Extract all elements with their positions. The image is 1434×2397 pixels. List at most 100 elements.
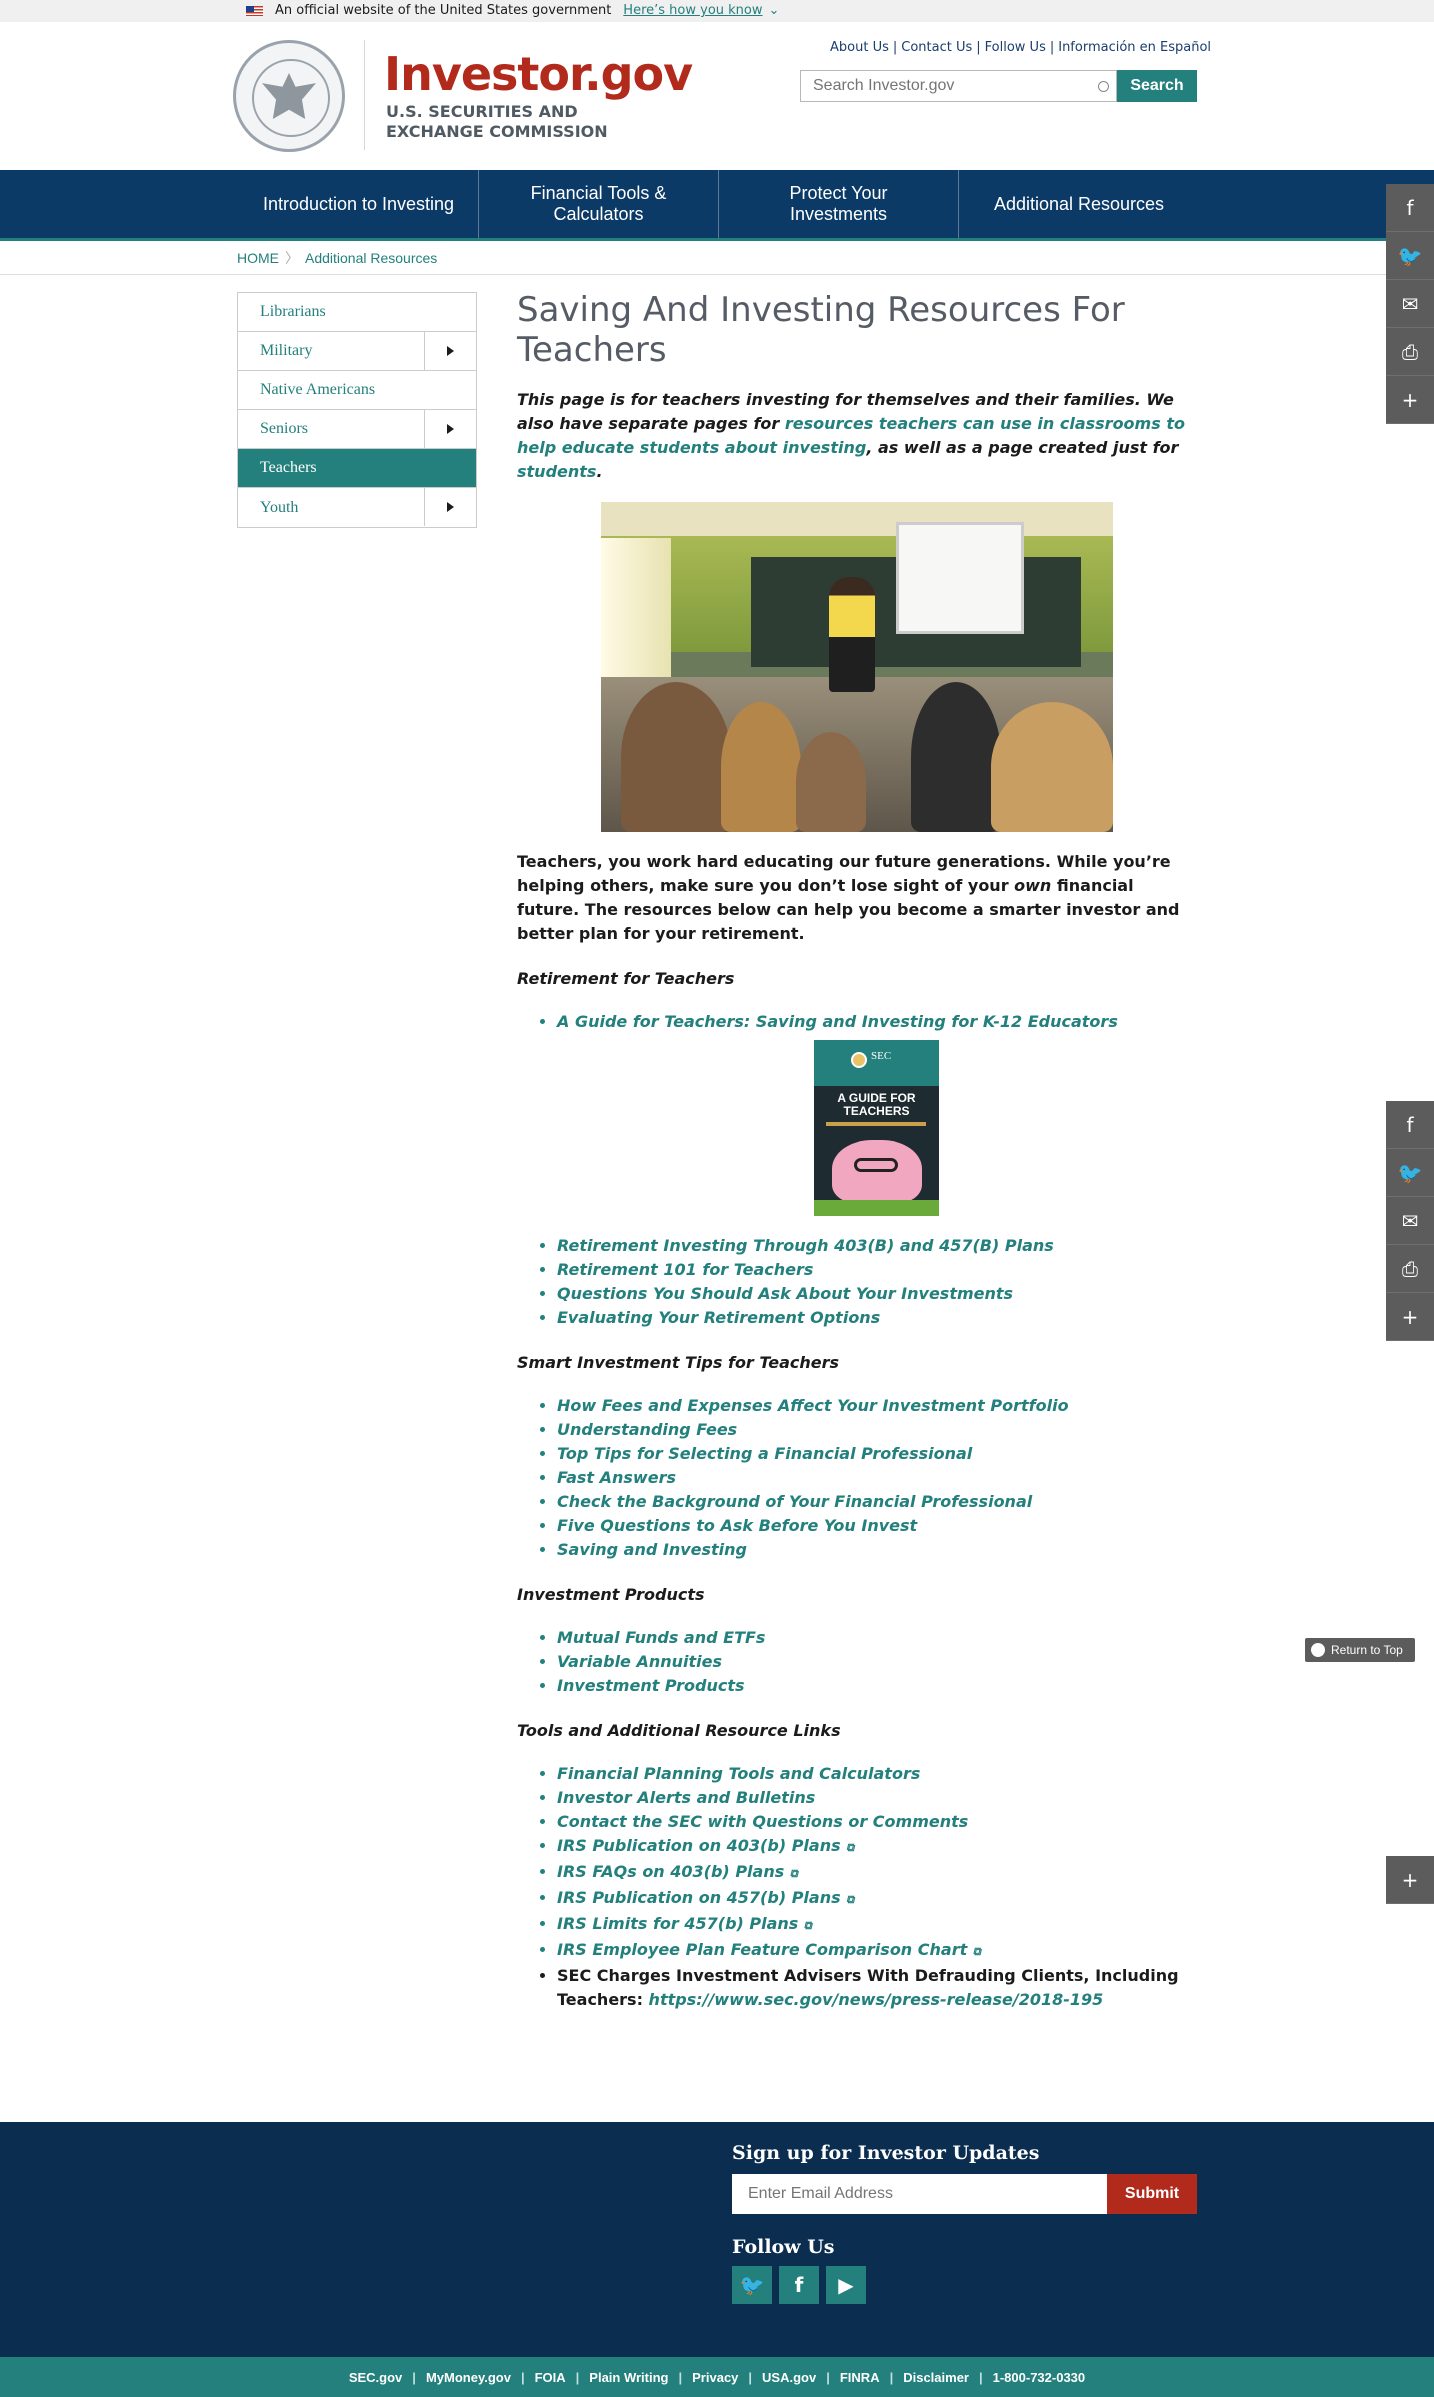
- list-item[interactable]: IRS Publication on 403(b) Plans ⧉: [557, 1834, 1197, 1860]
- sidebar-item-teachers[interactable]: Teachers: [238, 449, 476, 488]
- list-item[interactable]: Evaluating Your Retirement Options: [557, 1306, 1197, 1330]
- external-resource-link[interactable]: IRS Publication on 457(b) Plans: [557, 1888, 841, 1907]
- list-item[interactable]: Five Questions to Ask Before You Invest: [557, 1514, 1197, 1538]
- footer-link[interactable]: Plain Writing: [589, 2370, 668, 2385]
- search-input[interactable]: [800, 70, 1117, 102]
- breadcrumb-home[interactable]: HOME: [237, 250, 279, 266]
- footer-link[interactable]: Privacy: [692, 2370, 738, 2385]
- return-to-top-button[interactable]: Return to Top: [1305, 1638, 1415, 1662]
- contact-us-link[interactable]: Contact Us: [901, 40, 972, 55]
- footer-link[interactable]: FOIA: [535, 2370, 566, 2385]
- list-item[interactable]: A Guide for Teachers: Saving and Investi…: [557, 1010, 1197, 1034]
- resource-link[interactable]: How Fees and Expenses Affect Your Invest…: [557, 1396, 1069, 1415]
- resource-link[interactable]: Investment Products: [557, 1676, 745, 1695]
- list-item[interactable]: Contact the SEC with Questions or Commen…: [557, 1810, 1197, 1834]
- list-item[interactable]: Top Tips for Selecting a Financial Profe…: [557, 1442, 1197, 1466]
- list-item[interactable]: Understanding Fees: [557, 1418, 1197, 1442]
- list-item[interactable]: Investment Products: [557, 1674, 1197, 1698]
- expand-arrow-icon[interactable]: [424, 332, 476, 370]
- list-item[interactable]: How Fees and Expenses Affect Your Invest…: [557, 1394, 1197, 1418]
- nav-protect-your-investments[interactable]: Protect Your Investments: [719, 170, 959, 238]
- sidebar-item-military[interactable]: Military: [238, 332, 476, 371]
- section-heading-investment-products: Investment Products: [517, 1585, 705, 1604]
- students-link[interactable]: students: [517, 462, 596, 481]
- list-item[interactable]: IRS Limits for 457(b) Plans ⧉: [557, 1912, 1197, 1938]
- resource-link[interactable]: Top Tips for Selecting a Financial Profe…: [557, 1444, 972, 1463]
- external-resource-link[interactable]: IRS Publication on 403(b) Plans: [557, 1836, 841, 1855]
- resource-link[interactable]: Retirement Investing Through 403(B) and …: [557, 1236, 1054, 1255]
- list-item[interactable]: Fast Answers: [557, 1466, 1197, 1490]
- plus-icon[interactable]: +: [1386, 1856, 1434, 1904]
- guide-for-teachers-link[interactable]: A Guide for Teachers: Saving and Investi…: [557, 1012, 1118, 1031]
- youtube-icon[interactable]: ▶: [826, 2266, 866, 2304]
- footer-link[interactable]: MyMoney.gov: [426, 2370, 511, 2385]
- follow-us-link[interactable]: Follow Us: [985, 40, 1046, 55]
- guide-cover-image[interactable]: SEC A GUIDE FOR TEACHERS: [814, 1040, 939, 1216]
- twitter-icon[interactable]: 🐦: [1386, 1149, 1434, 1197]
- resource-link[interactable]: Five Questions to Ask Before You Invest: [557, 1516, 917, 1535]
- nav-introduction-to-investing[interactable]: Introduction to Investing: [239, 170, 479, 238]
- list-item[interactable]: IRS Publication on 457(b) Plans ⧉: [557, 1886, 1197, 1912]
- plus-icon[interactable]: +: [1386, 376, 1434, 424]
- resource-link[interactable]: Variable Annuities: [557, 1652, 722, 1671]
- resource-link[interactable]: Evaluating Your Retirement Options: [557, 1308, 880, 1327]
- investor-gov-logo[interactable]: Investor.gov: [384, 46, 693, 102]
- list-item[interactable]: Check the Background of Your Financial P…: [557, 1490, 1197, 1514]
- plus-icon[interactable]: +: [1386, 1293, 1434, 1341]
- list-item[interactable]: Variable Annuities: [557, 1650, 1197, 1674]
- footer-link[interactable]: SEC.gov: [349, 2370, 402, 2385]
- espanol-link[interactable]: Información en Español: [1058, 40, 1211, 55]
- list-item[interactable]: Investor Alerts and Bulletins: [557, 1786, 1197, 1810]
- resource-link[interactable]: Understanding Fees: [557, 1420, 737, 1439]
- twitter-icon[interactable]: 🐦: [732, 2266, 772, 2304]
- expand-arrow-icon[interactable]: [424, 410, 476, 448]
- resource-link[interactable]: Check the Background of Your Financial P…: [557, 1492, 1032, 1511]
- list-item[interactable]: IRS FAQs on 403(b) Plans ⧉: [557, 1860, 1197, 1886]
- heres-how-you-know-link[interactable]: Here’s how you know: [623, 0, 762, 22]
- email-input[interactable]: [732, 2174, 1107, 2214]
- list-item[interactable]: Retirement Investing Through 403(B) and …: [557, 1234, 1197, 1258]
- resource-link[interactable]: Questions You Should Ask About Your Inve…: [557, 1284, 1013, 1303]
- list-item[interactable]: Financial Planning Tools and Calculators: [557, 1762, 1197, 1786]
- sidebar-item-seniors[interactable]: Seniors: [238, 410, 476, 449]
- external-resource-link[interactable]: IRS Limits for 457(b) Plans: [557, 1914, 798, 1933]
- search-button[interactable]: Search: [1117, 70, 1197, 102]
- chevron-down-icon[interactable]: ⌄: [769, 0, 780, 22]
- resource-link[interactable]: Financial Planning Tools and Calculators: [557, 1764, 920, 1783]
- list-item[interactable]: Retirement 101 for Teachers: [557, 1258, 1197, 1282]
- resource-link[interactable]: Saving and Investing: [557, 1540, 747, 1559]
- footer-link[interactable]: USA.gov: [762, 2370, 816, 2385]
- nav-additional-resources[interactable]: Additional Resources: [959, 170, 1199, 238]
- email-icon[interactable]: ✉: [1386, 1197, 1434, 1245]
- facebook-icon[interactable]: f: [1386, 184, 1434, 232]
- about-us-link[interactable]: About Us: [830, 40, 889, 55]
- expand-arrow-icon[interactable]: [424, 488, 476, 526]
- list-item[interactable]: IRS Employee Plan Feature Comparison Cha…: [557, 1938, 1197, 1964]
- external-resource-link[interactable]: IRS Employee Plan Feature Comparison Cha…: [557, 1940, 967, 1959]
- footer-link[interactable]: Disclaimer: [903, 2370, 969, 2385]
- submit-button[interactable]: Submit: [1107, 2174, 1197, 2214]
- facebook-icon[interactable]: f: [779, 2266, 819, 2304]
- print-icon[interactable]: ⎙: [1386, 328, 1434, 376]
- facebook-icon[interactable]: f: [1386, 1101, 1434, 1149]
- twitter-icon[interactable]: 🐦: [1386, 232, 1434, 280]
- external-resource-link[interactable]: IRS FAQs on 403(b) Plans: [557, 1862, 784, 1881]
- resource-link[interactable]: Retirement 101 for Teachers: [557, 1260, 813, 1279]
- breadcrumb-additional-resources[interactable]: Additional Resources: [305, 250, 437, 266]
- print-icon[interactable]: ⎙: [1386, 1245, 1434, 1293]
- resource-link[interactable]: Contact the SEC with Questions or Commen…: [557, 1812, 968, 1831]
- sec-seal-logo[interactable]: [233, 40, 345, 152]
- email-icon[interactable]: ✉: [1386, 280, 1434, 328]
- list-item[interactable]: Questions You Should Ask About Your Inve…: [557, 1282, 1197, 1306]
- sidebar-item-librarians[interactable]: Librarians: [238, 293, 476, 332]
- resource-link[interactable]: Mutual Funds and ETFs: [557, 1628, 765, 1647]
- press-release-link[interactable]: https://www.sec.gov/news/press-release/2…: [649, 1990, 1104, 2009]
- footer-link[interactable]: FINRA: [840, 2370, 880, 2385]
- list-item[interactable]: Mutual Funds and ETFs: [557, 1626, 1197, 1650]
- resource-link[interactable]: Fast Answers: [557, 1468, 676, 1487]
- nav-financial-tools[interactable]: Financial Tools & Calculators: [479, 170, 719, 238]
- sidebar-item-native-americans[interactable]: Native Americans: [238, 371, 476, 410]
- resource-link[interactable]: Investor Alerts and Bulletins: [557, 1788, 815, 1807]
- list-item[interactable]: Saving and Investing: [557, 1538, 1197, 1562]
- sidebar-item-youth[interactable]: Youth: [238, 488, 476, 527]
